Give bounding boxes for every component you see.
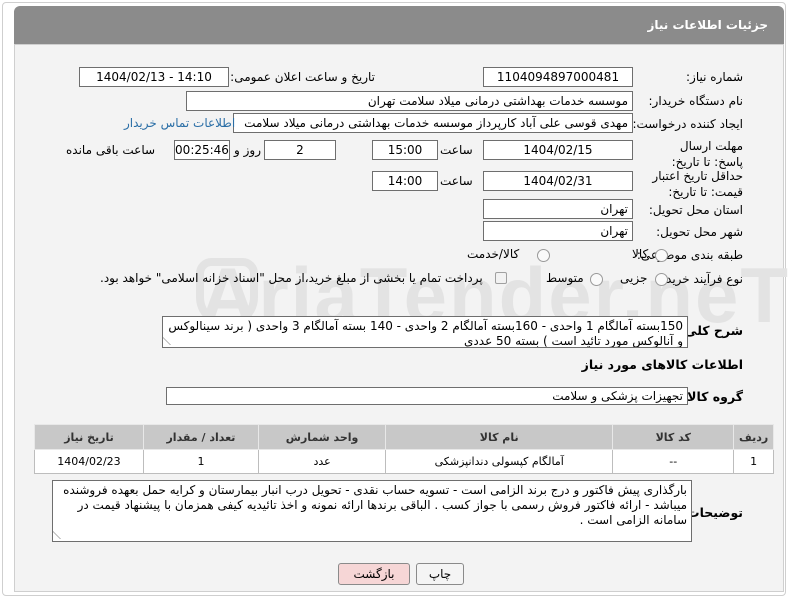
print-button[interactable]: چاپ: [416, 563, 464, 585]
treasury-payment-note: پرداخت تمام یا بخشی از مبلغ خرید،از محل …: [100, 271, 483, 285]
col-header-quantity: تعداد / مقدار: [142, 424, 259, 450]
cell-quantity: 1: [142, 449, 259, 474]
delivery-province-field[interactable]: تهران: [483, 199, 633, 219]
purchase-type-label: نوع فرآیند خرید :: [658, 272, 743, 286]
col-header-unit: واحد شمارش: [257, 424, 387, 450]
reply-time-label: ساعت: [440, 143, 473, 157]
goods-table: ردیف کد کالا نام کالا واحد شمارش تعداد /…: [34, 424, 774, 474]
delivery-city-field[interactable]: تهران: [483, 221, 633, 241]
purchase-type-option-minor: جزیی: [620, 271, 648, 285]
need-number-label: شماره نیاز:: [686, 70, 743, 84]
price-validity-label: حداقل تاریخ اعتبار قیمت: تا تاریخ:: [652, 169, 743, 199]
buyer-contact-link[interactable]: اطلاعات تماس خریدار: [124, 116, 235, 130]
category-radio-goods-service[interactable]: [537, 249, 550, 262]
buyer-org-field[interactable]: موسسه خدمات بهداشتی درمانی میلاد سلامت ت…: [186, 91, 633, 111]
requester-label: ایجاد کننده درخواست:: [632, 117, 743, 131]
resize-grip-icon[interactable]: [163, 337, 179, 345]
buyer-org-label: نام دستگاه خریدار:: [648, 94, 744, 108]
announce-datetime-label: تاریخ و ساعت اعلان عمومی:: [230, 70, 375, 84]
cell-row-number: 1: [733, 449, 774, 474]
description-textarea[interactable]: 150بسته آمالگام 1 واحدی - 160بسته آمالگا…: [162, 316, 688, 348]
buyer-notes-textarea[interactable]: بارگذاری پیش فاکتور و درج برند الزامی اس…: [52, 480, 692, 542]
remaining-time-label: ساعت باقی مانده: [66, 143, 156, 157]
price-validity-date-field[interactable]: 1404/02/31: [483, 171, 633, 191]
days-label: روز و: [234, 143, 261, 157]
need-number-field[interactable]: 1104094897000481: [483, 67, 633, 87]
col-header-row-number: ردیف: [733, 424, 774, 450]
goods-group-field[interactable]: تجهیزات پزشکی و سلامت: [166, 387, 688, 405]
reply-date-field[interactable]: 1404/02/15: [483, 140, 633, 160]
col-header-item-name: نام کالا: [385, 424, 614, 450]
category-radio-goods[interactable]: [655, 249, 668, 262]
reply-time-field[interactable]: 15:00: [372, 140, 438, 160]
announce-datetime-field[interactable]: 1404/02/13 - 14:10: [79, 67, 229, 87]
reply-deadline-label: مهلت ارسال پاسخ: تا تاریخ:: [671, 139, 743, 169]
goods-section-title: اطلاعات کالاهای مورد نیاز: [581, 357, 743, 372]
description-text: 150بسته آمالگام 1 واحدی - 160بسته آمالگا…: [168, 319, 683, 348]
cell-unit: عدد: [257, 449, 387, 474]
cell-item-name: آمالگام کپسولی دندانپزشکی: [385, 449, 614, 474]
purchase-type-radio-medium[interactable]: [590, 273, 603, 286]
category-option-goods-service: کالا/خدمت: [467, 247, 520, 261]
price-validity-time-field[interactable]: 14:00: [372, 171, 438, 191]
table-header-row: ردیف کد کالا نام کالا واحد شمارش تعداد /…: [34, 424, 774, 450]
back-button[interactable]: بازگشت: [338, 563, 410, 585]
goods-group-label: گروه کالا:: [682, 389, 743, 404]
remaining-time-field[interactable]: 00:25:46: [174, 140, 230, 160]
category-option-goods: کالا: [632, 247, 649, 261]
col-header-need-date: تاریخ نیاز: [34, 424, 144, 450]
requester-field[interactable]: مهدی قوسی علی آباد کارپرداز موسسه خدمات …: [233, 113, 633, 133]
delivery-city-label: شهر محل تحویل:: [656, 225, 743, 239]
cell-item-code: --: [612, 449, 735, 474]
buyer-notes-text: بارگذاری پیش فاکتور و درج برند الزامی اس…: [63, 483, 687, 527]
treasury-payment-checkbox[interactable]: [495, 272, 507, 284]
notes-resize-grip-icon[interactable]: [53, 531, 69, 539]
header-bar: جزئیات اطلاعات نیاز: [14, 6, 784, 44]
price-validity-time-label: ساعت: [440, 174, 473, 188]
purchase-type-radio-minor[interactable]: [655, 273, 668, 286]
purchase-type-option-medium: متوسط: [546, 271, 584, 285]
delivery-province-label: استان محل تحویل:: [648, 203, 743, 217]
page-title: جزئیات اطلاعات نیاز: [647, 18, 768, 32]
remaining-days-field[interactable]: 2: [264, 140, 336, 160]
table-row[interactable]: 1 -- آمالگام کپسولی دندانپزشکی عدد 1 140…: [34, 449, 774, 474]
category-label: طبقه بندی موضوعی:: [636, 248, 743, 262]
col-header-item-code: کد کالا: [612, 424, 735, 450]
cell-need-date: 1404/02/23: [34, 449, 144, 474]
